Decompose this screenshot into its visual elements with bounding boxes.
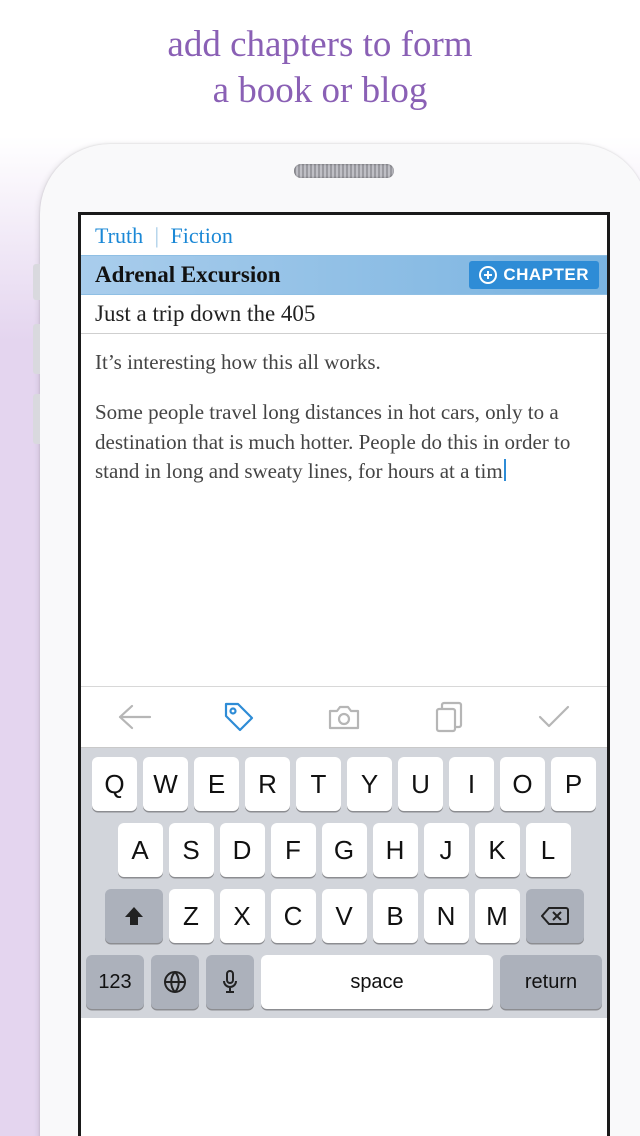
- editor-text: Some people travel long distances in hot…: [95, 400, 570, 484]
- key-w[interactable]: W: [143, 757, 188, 811]
- promo-line-2: a book or blog: [0, 68, 640, 114]
- key-p[interactable]: P: [551, 757, 596, 811]
- key-k[interactable]: K: [475, 823, 520, 877]
- camera-button[interactable]: [322, 695, 366, 739]
- key-b[interactable]: B: [373, 889, 418, 943]
- key-m[interactable]: M: [475, 889, 520, 943]
- phone-speaker: [294, 164, 394, 178]
- key-t[interactable]: T: [296, 757, 341, 811]
- key-e[interactable]: E: [194, 757, 239, 811]
- backspace-icon: [541, 906, 569, 926]
- space-key[interactable]: space: [261, 955, 493, 1009]
- documents-icon: [433, 700, 465, 734]
- book-title: Adrenal Excursion: [95, 262, 469, 288]
- key-v[interactable]: V: [322, 889, 367, 943]
- app-screen: Truth | Fiction Adrenal Excursion CHAPTE…: [78, 212, 610, 1136]
- arrow-left-icon: [116, 702, 152, 732]
- key-l[interactable]: L: [526, 823, 571, 877]
- return-key[interactable]: return: [500, 955, 602, 1009]
- text-cursor: [504, 459, 506, 481]
- breadcrumb-item-truth[interactable]: Truth: [95, 223, 143, 248]
- promo-headline: add chapters to form a book or blog: [0, 0, 640, 115]
- key-r[interactable]: R: [245, 757, 290, 811]
- globe-icon: [163, 970, 187, 994]
- key-a[interactable]: A: [118, 823, 163, 877]
- breadcrumb: Truth | Fiction: [81, 215, 607, 255]
- key-y[interactable]: Y: [347, 757, 392, 811]
- add-chapter-label: CHAPTER: [503, 265, 589, 285]
- plus-circle-icon: [479, 266, 497, 284]
- phone-frame: Truth | Fiction Adrenal Excursion CHAPTE…: [40, 144, 640, 1136]
- keyboard-row-1: QWERTYUIOP: [86, 757, 602, 811]
- key-f[interactable]: F: [271, 823, 316, 877]
- promo-line-1: add chapters to form: [0, 22, 640, 68]
- text-editor[interactable]: It’s interesting how this all works. Som…: [81, 334, 607, 686]
- shift-key[interactable]: [105, 889, 163, 943]
- book-title-bar: Adrenal Excursion CHAPTER: [81, 255, 607, 295]
- key-d[interactable]: D: [220, 823, 265, 877]
- key-i[interactable]: I: [449, 757, 494, 811]
- key-g[interactable]: G: [322, 823, 367, 877]
- key-x[interactable]: X: [220, 889, 265, 943]
- phone-volume-down: [33, 394, 40, 444]
- camera-icon: [326, 702, 362, 732]
- onscreen-keyboard: QWERTYUIOP ASDFGHJKL ZXCVBNM 123: [81, 748, 607, 1018]
- key-q[interactable]: Q: [92, 757, 137, 811]
- key-j[interactable]: J: [424, 823, 469, 877]
- shift-icon: [123, 905, 145, 927]
- editor-toolbar: [81, 686, 607, 748]
- keyboard-row-2: ASDFGHJKL: [86, 823, 602, 877]
- phone-volume-up: [33, 324, 40, 374]
- tag-button[interactable]: [217, 695, 261, 739]
- globe-key[interactable]: [151, 955, 199, 1009]
- chapter-subtitle[interactable]: Just a trip down the 405: [81, 295, 607, 334]
- key-c[interactable]: C: [271, 889, 316, 943]
- key-u[interactable]: U: [398, 757, 443, 811]
- phone-side-button: [33, 264, 40, 300]
- key-h[interactable]: H: [373, 823, 418, 877]
- add-chapter-button[interactable]: CHAPTER: [469, 261, 599, 289]
- backspace-key[interactable]: [526, 889, 584, 943]
- dictation-key[interactable]: [206, 955, 254, 1009]
- checkmark-icon: [536, 703, 572, 731]
- microphone-icon: [222, 970, 238, 994]
- keyboard-row-4: 123 space return: [86, 955, 602, 1009]
- keyboard-row-3: ZXCVBNM: [86, 889, 602, 943]
- back-button[interactable]: [112, 695, 156, 739]
- done-button[interactable]: [532, 695, 576, 739]
- key-o[interactable]: O: [500, 757, 545, 811]
- key-s[interactable]: S: [169, 823, 214, 877]
- copy-button[interactable]: [427, 695, 471, 739]
- editor-paragraph: It’s interesting how this all works.: [95, 348, 593, 378]
- breadcrumb-separator: |: [155, 223, 159, 248]
- key-n[interactable]: N: [424, 889, 469, 943]
- key-z[interactable]: Z: [169, 889, 214, 943]
- numbers-key[interactable]: 123: [86, 955, 144, 1009]
- editor-paragraph: Some people travel long distances in hot…: [95, 398, 593, 487]
- tag-icon: [222, 700, 256, 734]
- breadcrumb-item-fiction[interactable]: Fiction: [171, 223, 233, 248]
